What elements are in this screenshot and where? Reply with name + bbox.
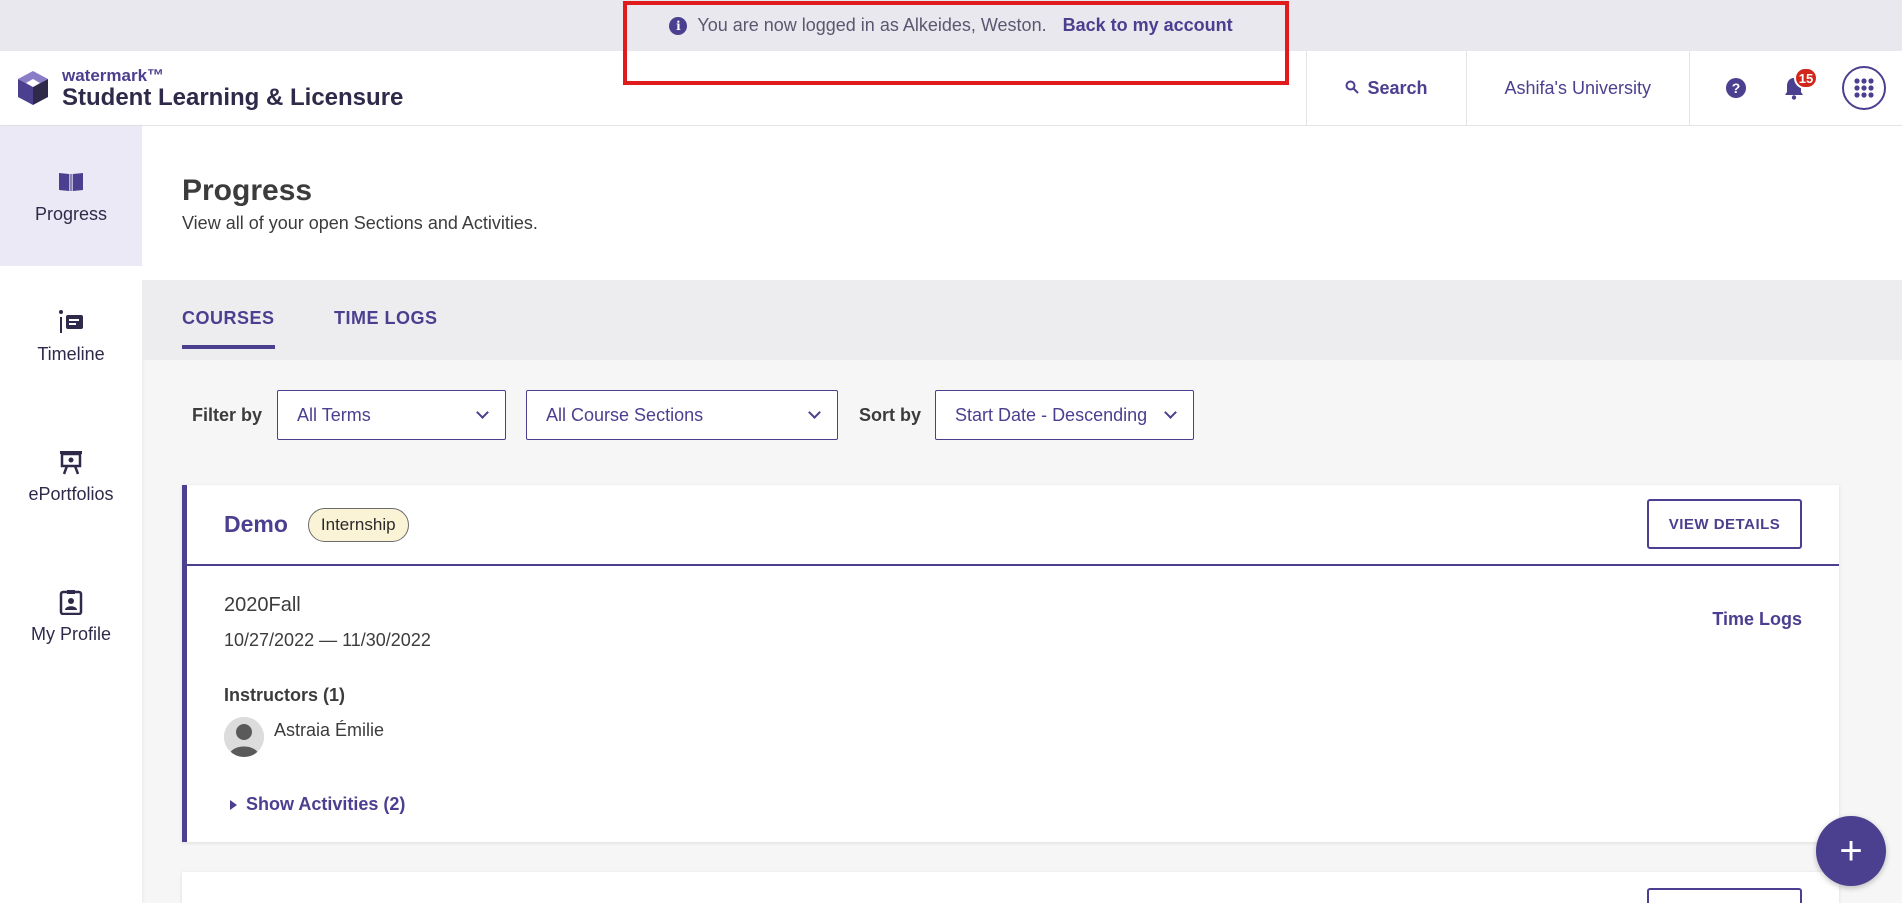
- banner-message: You are now logged in as Alkeides, Westo…: [697, 15, 1047, 35]
- sidebar-item-progress[interactable]: Progress: [0, 126, 142, 266]
- instructors-label: Instructors (1): [224, 685, 346, 705]
- course-type-tag: Internship: [307, 507, 409, 542]
- chevron-down-icon: [1164, 406, 1177, 419]
- sort-select-value: Start Date - Descending: [955, 404, 1148, 425]
- add-button[interactable]: +: [1816, 816, 1886, 886]
- term-select-value: All Terms: [297, 404, 371, 425]
- app-switcher-button[interactable]: [1842, 66, 1886, 110]
- open-book-icon: [57, 168, 85, 196]
- term-select[interactable]: All Terms: [277, 390, 507, 440]
- tab-courses[interactable]: COURSES: [182, 308, 275, 349]
- section-select-value: All Course Sections: [546, 404, 704, 425]
- grid-icon: [1854, 78, 1874, 98]
- avatar: [224, 717, 264, 757]
- course-card: Demo Internship VIEW DETAILS 2020Fall 10…: [182, 485, 1839, 842]
- watermark-logo-icon: [14, 69, 52, 107]
- filter-bar: Filter by All Terms All Course Sections …: [192, 390, 1195, 440]
- id-badge-icon: [57, 588, 85, 616]
- sidebar-nav: Progress Timeline ePortfolios My Profile: [0, 126, 142, 903]
- sort-select[interactable]: Start Date - Descending: [935, 390, 1195, 440]
- search-icon: [1345, 78, 1360, 99]
- tab-time-logs[interactable]: TIME LOGS: [334, 308, 438, 345]
- tab-bar: COURSES TIME LOGS: [142, 280, 1902, 360]
- course-card-header: Demo Internship VIEW DETAILS: [187, 485, 1839, 566]
- search-button[interactable]: Search: [1306, 51, 1465, 125]
- sidebar-item-label: Progress: [34, 203, 108, 224]
- info-icon: i: [669, 16, 688, 35]
- page-subtitle: View all of your open Sections and Activ…: [182, 213, 538, 233]
- search-label: Search: [1367, 77, 1428, 98]
- notifications-button[interactable]: 15: [1782, 67, 1818, 101]
- sort-by-label: Sort by: [859, 404, 922, 425]
- university-selector[interactable]: Ashifa's University: [1465, 51, 1689, 125]
- impersonation-banner: i You are now logged in as Alkeides, Wes…: [0, 0, 1902, 51]
- product-name: Student Learning & Licensure: [62, 83, 404, 111]
- sidebar-item-label: ePortfolios: [28, 483, 114, 504]
- easel-icon: [57, 448, 85, 476]
- sidebar-item-label: My Profile: [30, 623, 111, 644]
- view-details-button[interactable]: [1647, 888, 1802, 903]
- course-section-select[interactable]: All Course Sections: [526, 390, 839, 440]
- course-dates: 10/27/2022 — 11/30/2022: [224, 630, 431, 650]
- help-icon[interactable]: ?: [1726, 78, 1746, 98]
- timeline-icon: [57, 308, 85, 336]
- sidebar-item-my-profile[interactable]: My Profile: [0, 546, 142, 686]
- show-activities-label: Show Activities (2): [246, 794, 406, 814]
- chevron-down-icon: [808, 406, 821, 419]
- notification-badge: 15: [1794, 67, 1818, 89]
- page-title: Progress: [182, 174, 313, 207]
- instructor-name: Astraia Émilie: [274, 720, 385, 740]
- caret-right-icon: [230, 799, 237, 810]
- sidebar-item-eportfolios[interactable]: ePortfolios: [0, 406, 142, 546]
- time-logs-link[interactable]: Time Logs: [1712, 609, 1802, 630]
- show-activities-toggle[interactable]: Show Activities (2): [230, 794, 405, 815]
- logo-brand: watermark™: [62, 65, 165, 85]
- logo[interactable]: watermark™ Student Learning & Licensure: [14, 67, 403, 110]
- view-details-button[interactable]: VIEW DETAILS: [1647, 499, 1802, 549]
- course-title[interactable]: Demo: [224, 511, 288, 538]
- back-to-account-link[interactable]: Back to my account: [1063, 15, 1233, 36]
- page-header: Progress View all of your open Sections …: [142, 126, 1902, 280]
- course-term: 2020Fall: [224, 594, 301, 616]
- filter-by-label: Filter by: [192, 404, 263, 425]
- sidebar-item-label: Timeline: [37, 343, 105, 364]
- course-card: [182, 872, 1839, 903]
- top-header: watermark™ Student Learning & Licensure …: [0, 51, 1902, 126]
- chevron-down-icon: [476, 406, 489, 419]
- sidebar-item-timeline[interactable]: Timeline: [0, 266, 142, 406]
